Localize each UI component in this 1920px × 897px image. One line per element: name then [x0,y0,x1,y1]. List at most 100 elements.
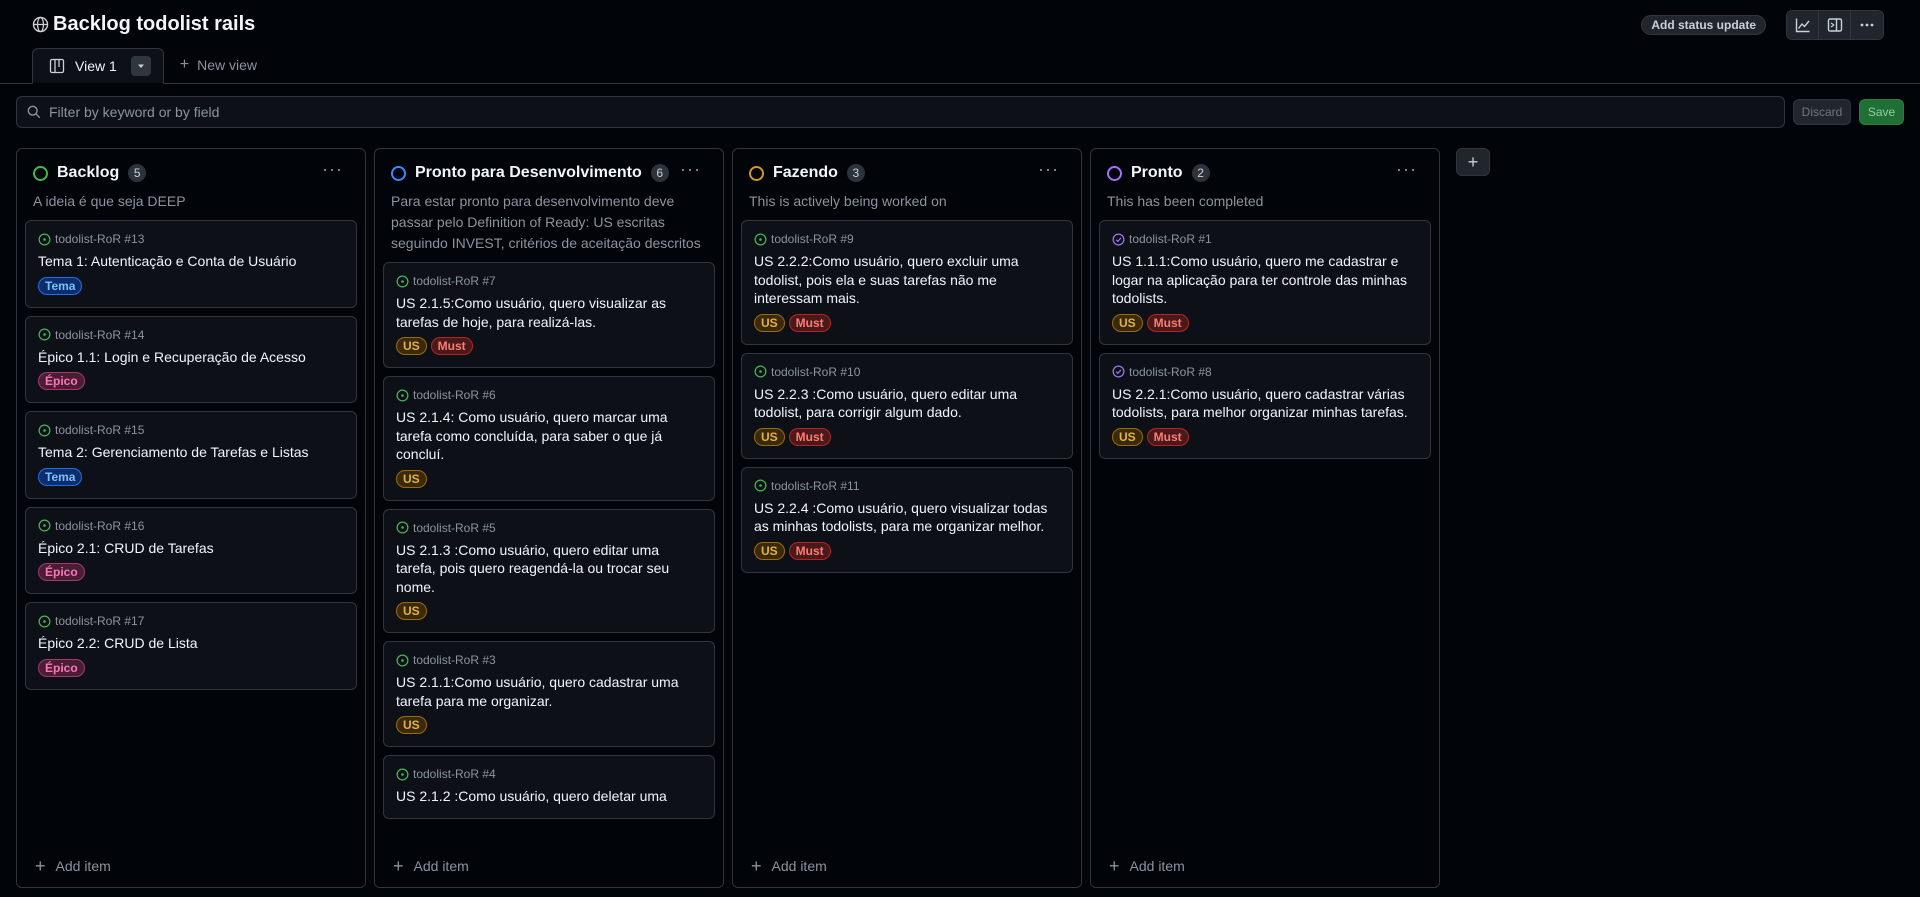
add-item-button[interactable]: + Add item [17,845,365,887]
issue-card[interactable]: todolist-RoR #6 US 2.1.4: Como usuário, q… [383,376,715,501]
add-item-button[interactable]: + Add item [375,845,723,887]
issue-card[interactable]: todolist-RoR #14 Épico 1.1: Login e Recup… [25,315,357,403]
card-title[interactable]: US 2.1.4: Como usuário, quero marcar uma… [396,408,702,464]
card-title[interactable]: US 2.2.4 :Como usuário, quero visualizar… [754,499,1060,536]
card-title[interactable]: US 2.1.3 :Como usuário, quero editar uma… [396,541,702,597]
label-badge[interactable]: Épico [38,372,85,390]
card-reference: todolist-RoR #6 [396,388,702,402]
label-badge[interactable]: US [396,337,427,355]
card-title[interactable]: Épico 2.2: CRUD de Lista [38,634,344,653]
issue-card[interactable]: todolist-RoR #3 US 2.1.1:Como usuário, qu… [383,641,715,747]
card-reference: todolist-RoR #14 [38,328,344,342]
column-title[interactable]: Backlog [57,164,119,182]
discard-button[interactable]: Discard [1793,99,1851,125]
add-item-button[interactable]: + Add item [733,845,1081,887]
add-item-label: Add item [55,858,111,874]
column-menu-icon[interactable]: ··· [1038,159,1059,180]
card-list: todolist-RoR #9 US 2.2.2:Como usuário, qu… [733,220,1081,573]
label-badge[interactable]: Must [1146,313,1189,332]
label-badge[interactable]: Épico [38,563,85,581]
issue-card[interactable]: todolist-RoR #1 US 1.1.1:Como usuário, qu… [1099,220,1431,345]
card-title[interactable]: US 2.2.2:Como usuário, quero excluir uma… [754,252,1060,308]
issue-card[interactable]: todolist-RoR #11 US 2.2.4 :Como usuário, … [741,466,1073,573]
card-title[interactable]: US 2.1.2 :Como usuário, quero deletar um… [396,787,702,806]
card-reference: todolist-RoR #16 [38,519,344,533]
new-view-label: New view [197,57,258,73]
card-title[interactable]: Tema 2: Gerenciamento de Tarefas e Lista… [38,443,344,462]
add-status-update-button[interactable]: Add status update [1641,15,1766,35]
column-title[interactable]: Fazendo [773,164,838,182]
label-badge[interactable]: Épico [38,658,85,677]
card-ref-text: todolist-RoR #6 [413,388,496,402]
open-issue-icon [396,275,409,288]
add-item-button[interactable]: + Add item [1091,845,1439,887]
tab-options-icon[interactable] [130,56,151,76]
issue-card[interactable]: todolist-RoR #17 Épico 2.2: CRUD de Lista… [25,602,357,690]
card-title[interactable]: US 2.2.1:Como usuário, quero cadastrar v… [1112,385,1418,422]
issue-card[interactable]: todolist-RoR #10 US 2.2.3 :Como usuário, … [741,352,1073,459]
label-badge[interactable]: Tema [38,276,83,295]
card-title[interactable]: US 2.2.3 :Como usuário, quero editar uma… [754,385,1060,422]
card-title[interactable]: US 2.1.5:Como usuário, quero visualizar … [396,294,702,331]
open-issue-icon [754,233,767,246]
page-title[interactable]: Backlog todolist rails [53,13,255,36]
label-badge[interactable]: Must [788,313,831,332]
save-button[interactable]: Save [1859,99,1904,125]
open-issue-icon [38,328,51,341]
label-badge[interactable]: Tema [38,467,83,486]
label-badge[interactable]: US [754,541,785,560]
label-badge[interactable]: US [754,427,785,446]
filter-placeholder: Filter by keyword or by field [49,104,220,120]
label-badge[interactable]: US [396,469,427,488]
card-ref-text: todolist-RoR #13 [55,232,145,246]
label-badge[interactable]: US [1112,313,1143,332]
filter-input[interactable]: Filter by keyword or by field [16,96,1785,128]
label-badge[interactable]: Must [430,337,473,355]
issue-card[interactable]: todolist-RoR #9 US 2.2.2:Como usuário, qu… [741,220,1073,345]
column-header: Pronto para Desenvolvimento 6 ··· [375,149,723,197]
issue-card[interactable]: todolist-RoR #7 US 2.1.5:Como usuário, qu… [383,262,715,368]
closed-issue-icon [1112,233,1125,246]
column-menu-icon[interactable]: ··· [1396,159,1417,180]
card-reference: todolist-RoR #4 [396,767,702,781]
card-ref-text: todolist-RoR #14 [55,327,145,342]
insights-chart-icon[interactable] [1787,11,1819,39]
more-options-icon[interactable] [1851,11,1883,39]
card-reference: todolist-RoR #13 [38,232,344,246]
column-menu-icon[interactable]: ··· [680,159,701,180]
issue-card[interactable]: todolist-RoR #8 US 2.2.1:Como usuário, qu… [1099,352,1431,459]
issue-card[interactable]: todolist-RoR #15 Tema 2: Gerenciamento de… [25,411,357,499]
card-ref-text: todolist-RoR #4 [413,767,496,781]
column-menu-icon[interactable]: ··· [322,159,343,180]
card-title[interactable]: Épico 1.1: Login e Recuperação de Acesso [38,348,344,367]
issue-card[interactable]: todolist-RoR #16 Épico 2.1: CRUD de Taref… [25,506,357,594]
status-circle-icon [391,165,406,181]
card-labels: US [396,716,702,734]
status-circle-icon [749,165,764,181]
card-title[interactable]: Tema 1: Autenticação e Conta de Usuário [38,252,344,271]
card-labels: Tema [38,467,344,486]
side-panel-icon[interactable] [1819,11,1851,39]
label-badge[interactable]: Must [1146,427,1189,446]
card-title[interactable]: Épico 2.1: CRUD de Tarefas [38,539,344,558]
label-badge[interactable]: US [396,716,427,734]
add-column-button[interactable]: + [1456,148,1490,176]
board: Backlog 5 ··· A ideia é que seja DEEP todoli… [16,148,1490,888]
card-ref-text: todolist-RoR #15 [55,423,145,437]
card-title[interactable]: US 2.1.1:Como usuário, quero cadastrar u… [396,673,702,710]
issue-card[interactable]: todolist-RoR #13 Tema 1: Autenticação e C… [25,220,357,308]
column-title[interactable]: Pronto para Desenvolvimento [415,164,642,182]
issue-card[interactable]: todolist-RoR #4 US 2.1.2 :Como usuário, q… [383,755,715,819]
card-title[interactable]: US 1.1.1:Como usuário, quero me cadastra… [1112,252,1418,308]
column-title[interactable]: Pronto [1131,164,1183,182]
label-badge[interactable]: US [396,602,427,620]
label-badge[interactable]: US [1112,427,1143,446]
tab-view-1[interactable]: View 1 [32,48,164,84]
new-view-button[interactable]: + New view [164,47,273,83]
label-badge[interactable]: Must [788,541,831,560]
issue-card[interactable]: todolist-RoR #5 US 2.1.3 :Como usuário, q… [383,508,715,633]
card-list: todolist-RoR #7 US 2.1.5:Como usuário, qu… [375,262,723,819]
label-badge[interactable]: US [754,313,785,332]
label-badge[interactable]: Must [788,427,831,446]
column-fazendo: Fazendo 3 ··· This is actively being worked… [732,148,1082,888]
